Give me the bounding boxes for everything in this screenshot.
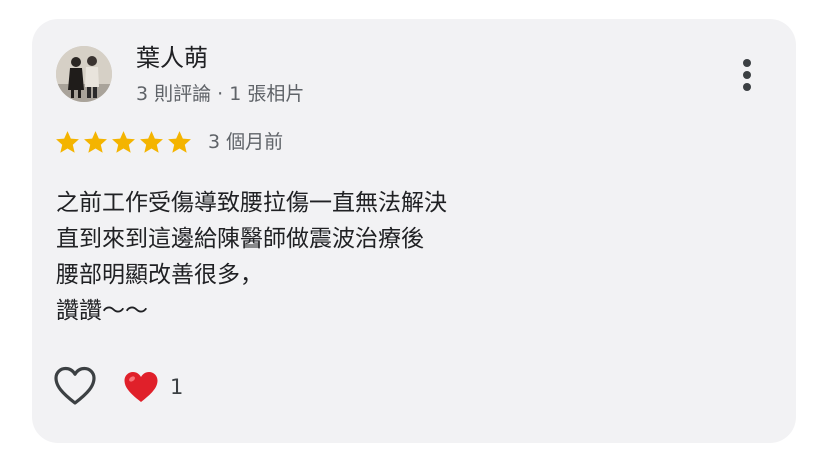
review-card: 葉人萌 3 則評論 · 1 張相片 3 個月前 之前工作受傷導致腰拉傷一直無法解…	[32, 19, 796, 443]
review-time: 3 個月前	[208, 131, 284, 153]
reviewer-avatar[interactable]	[56, 46, 112, 102]
star-icon	[84, 131, 107, 153]
more-options-button[interactable]	[734, 55, 762, 95]
star-icon	[56, 131, 79, 153]
reaction-count: 1	[170, 375, 184, 399]
heart-outline-icon	[54, 366, 96, 405]
reviewer-name[interactable]: 葉人萌	[136, 43, 208, 73]
heart-reaction[interactable]	[122, 369, 160, 405]
red-heart-icon	[124, 372, 158, 402]
review-text: 之前工作受傷導致腰拉傷一直無法解決 直到來到這邊給陳醫師做震波治療後 腰部明顯改…	[56, 185, 756, 329]
reviewer-meta: 3 則評論 · 1 張相片	[136, 83, 305, 105]
avatar-photo	[56, 46, 112, 102]
more-vert-icon	[743, 59, 751, 67]
star-rating	[54, 129, 193, 155]
review-line: 腰部明顯改善很多，	[56, 262, 263, 288]
more-vert-icon-dot	[743, 83, 751, 91]
review-line: 之前工作受傷導致腰拉傷一直無法解決	[56, 190, 447, 216]
review-line: 讚讚～～	[56, 298, 148, 324]
star-icon	[112, 131, 135, 153]
like-button[interactable]	[52, 365, 98, 407]
more-vert-icon-dot	[743, 71, 751, 79]
star-icon	[140, 131, 163, 153]
star-icon	[168, 131, 191, 153]
review-line: 直到來到這邊給陳醫師做震波治療後	[56, 226, 424, 252]
